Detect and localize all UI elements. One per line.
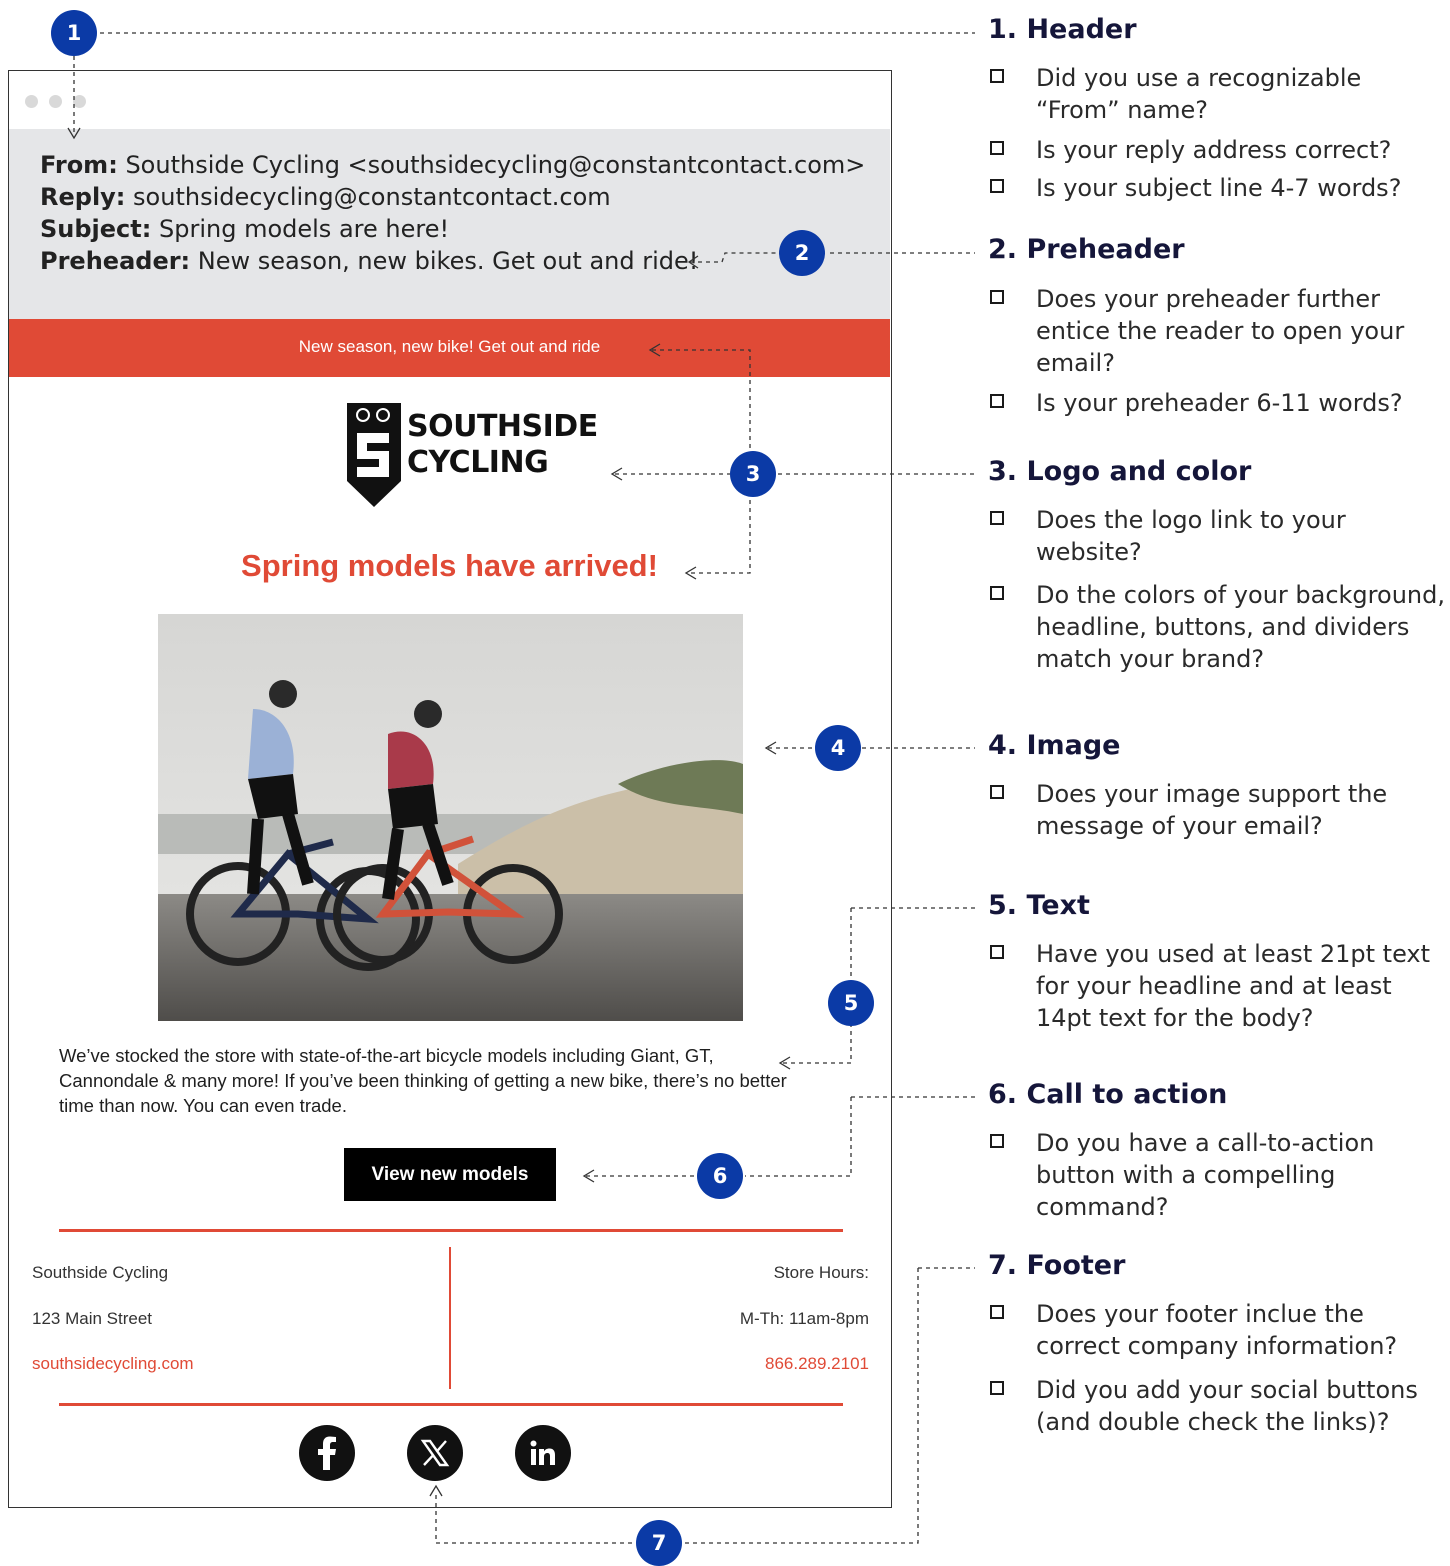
section-title-text: 5. Text <box>988 890 1090 921</box>
preheader-line: Preheader: New season, new bikes. Get ou… <box>40 245 698 277</box>
checklist-item-text: Do the colors of your background, headli… <box>1036 581 1445 673</box>
checkbox-icon[interactable] <box>990 586 1004 600</box>
checkbox-icon[interactable] <box>990 1134 1004 1148</box>
footer-column-divider <box>449 1247 451 1389</box>
body-line: Cannondale & many more! If you’ve been t… <box>59 1070 787 1091</box>
linkedin-icon[interactable] <box>515 1425 571 1481</box>
checkbox-icon[interactable] <box>990 945 1004 959</box>
callout-badge-3: 3 <box>730 451 776 497</box>
checklist-item-text: Is your preheader 6-11 words? <box>1036 389 1403 417</box>
checkbox-icon[interactable] <box>990 179 1004 193</box>
email-preview: From: Southside Cycling <southsidecyclin… <box>8 70 892 1508</box>
checklist-item-text: Have you used at least 21pt text for you… <box>1036 940 1431 1032</box>
callout-badge-2: 2 <box>779 230 825 276</box>
checklist-item-text: Is your subject line 4-7 words? <box>1036 174 1402 202</box>
body-text: We’ve stocked the store with state-of-th… <box>59 1043 849 1118</box>
x-icon[interactable] <box>407 1425 463 1481</box>
view-new-models-button[interactable]: View new models <box>344 1148 556 1201</box>
email-headline: Spring models have arrived! <box>241 548 658 583</box>
section-title-header: 1. Header <box>988 14 1137 45</box>
window-dot <box>49 95 62 108</box>
preheader-value: New season, new bikes. Get out and ride! <box>197 247 699 275</box>
checkbox-icon[interactable] <box>990 785 1004 799</box>
preheader-label: Preheader: <box>40 247 191 275</box>
section-title-logo-color: 3. Logo and color <box>988 456 1252 487</box>
body-line: time than now. You can even trade. <box>59 1095 347 1116</box>
checklist-item-text: Is your reply address correct? <box>1036 136 1392 164</box>
checkbox-icon[interactable] <box>990 394 1004 408</box>
subject-line: Subject: Spring models are here! <box>40 213 449 245</box>
window-dot <box>25 95 38 108</box>
from-label: From: <box>40 151 118 179</box>
checklist-item-text: Did you use a recognizable “From” name? <box>1036 64 1362 124</box>
checkbox-icon[interactable] <box>990 290 1004 304</box>
section-title-image: 4. Image <box>988 730 1121 761</box>
footer-hours-label: Store Hours: <box>773 1263 869 1282</box>
callout-badge-7: 7 <box>636 1520 682 1566</box>
facebook-icon[interactable] <box>299 1425 355 1481</box>
footer-divider-bottom <box>59 1403 843 1406</box>
checkbox-icon[interactable] <box>990 511 1004 525</box>
body-line: We’ve stocked the store with state-of-th… <box>59 1045 714 1066</box>
from-value: Southside Cycling <southsidecycling@cons… <box>125 151 866 179</box>
from-line: From: Southside Cycling <southsidecyclin… <box>40 149 865 181</box>
footer-company: Southside Cycling <box>32 1263 169 1282</box>
section-title-preheader: 2. Preheader <box>988 234 1185 265</box>
callout-badge-5: 5 <box>828 980 874 1026</box>
checklist-item-text: Does the logo link to your website? <box>1036 506 1346 566</box>
reply-label: Reply: <box>40 183 126 211</box>
logo-line1: SOUTHSIDE <box>407 409 598 444</box>
preheader-bar: New season, new bike! Get out and ride <box>9 319 890 377</box>
checkbox-icon[interactable] <box>990 1381 1004 1395</box>
checklist-item-text: Does your footer inclue the correct comp… <box>1036 1300 1398 1360</box>
footer-address: 123 Main Street <box>32 1309 153 1328</box>
callout-badge-4: 4 <box>815 725 861 771</box>
window-dot <box>73 95 86 108</box>
checklist-item-text: Do you have a call-to-action button with… <box>1036 1129 1375 1221</box>
checklist-item-text: Does your preheader further entice the r… <box>1036 285 1405 377</box>
logo-line2: CYCLING <box>407 445 549 480</box>
subject-value: Spring models are here! <box>159 215 450 243</box>
callout-badge-6: 6 <box>697 1153 743 1199</box>
reply-line: Reply: southsidecycling@constantcontact.… <box>40 181 611 213</box>
logo[interactable]: SOUTHSIDE CYCLING <box>345 399 598 511</box>
callout-badge-1: 1 <box>51 10 97 56</box>
footer-divider-top <box>59 1229 843 1232</box>
section-title-cta: 6. Call to action <box>988 1079 1228 1110</box>
checkbox-icon[interactable] <box>990 1305 1004 1319</box>
reply-value: southsidecycling@constantcontact.com <box>133 183 611 211</box>
checkbox-icon[interactable] <box>990 69 1004 83</box>
hero-image <box>158 614 743 1021</box>
footer-hours: M-Th: 11am-8pm <box>739 1309 869 1328</box>
checkbox-icon[interactable] <box>990 141 1004 155</box>
checklist-item-text: Did you add your social buttons (and dou… <box>1036 1376 1418 1436</box>
logo-wordmark: SOUTHSIDE CYCLING <box>407 409 598 481</box>
preheader-bar-text: New season, new bike! Get out and ride <box>298 337 601 356</box>
section-title-footer: 7. Footer <box>988 1250 1126 1281</box>
checklist-item-text: Does your image support the message of y… <box>1036 780 1388 840</box>
cyclists-photo-icon <box>158 614 743 1021</box>
email-header-panel: From: Southside Cycling <southsidecyclin… <box>9 129 890 319</box>
subject-label: Subject: <box>40 215 152 243</box>
footer-phone-link[interactable]: 866.289.2101 <box>765 1354 869 1374</box>
footer-website-link[interactable]: southsidecycling.com <box>32 1354 194 1374</box>
